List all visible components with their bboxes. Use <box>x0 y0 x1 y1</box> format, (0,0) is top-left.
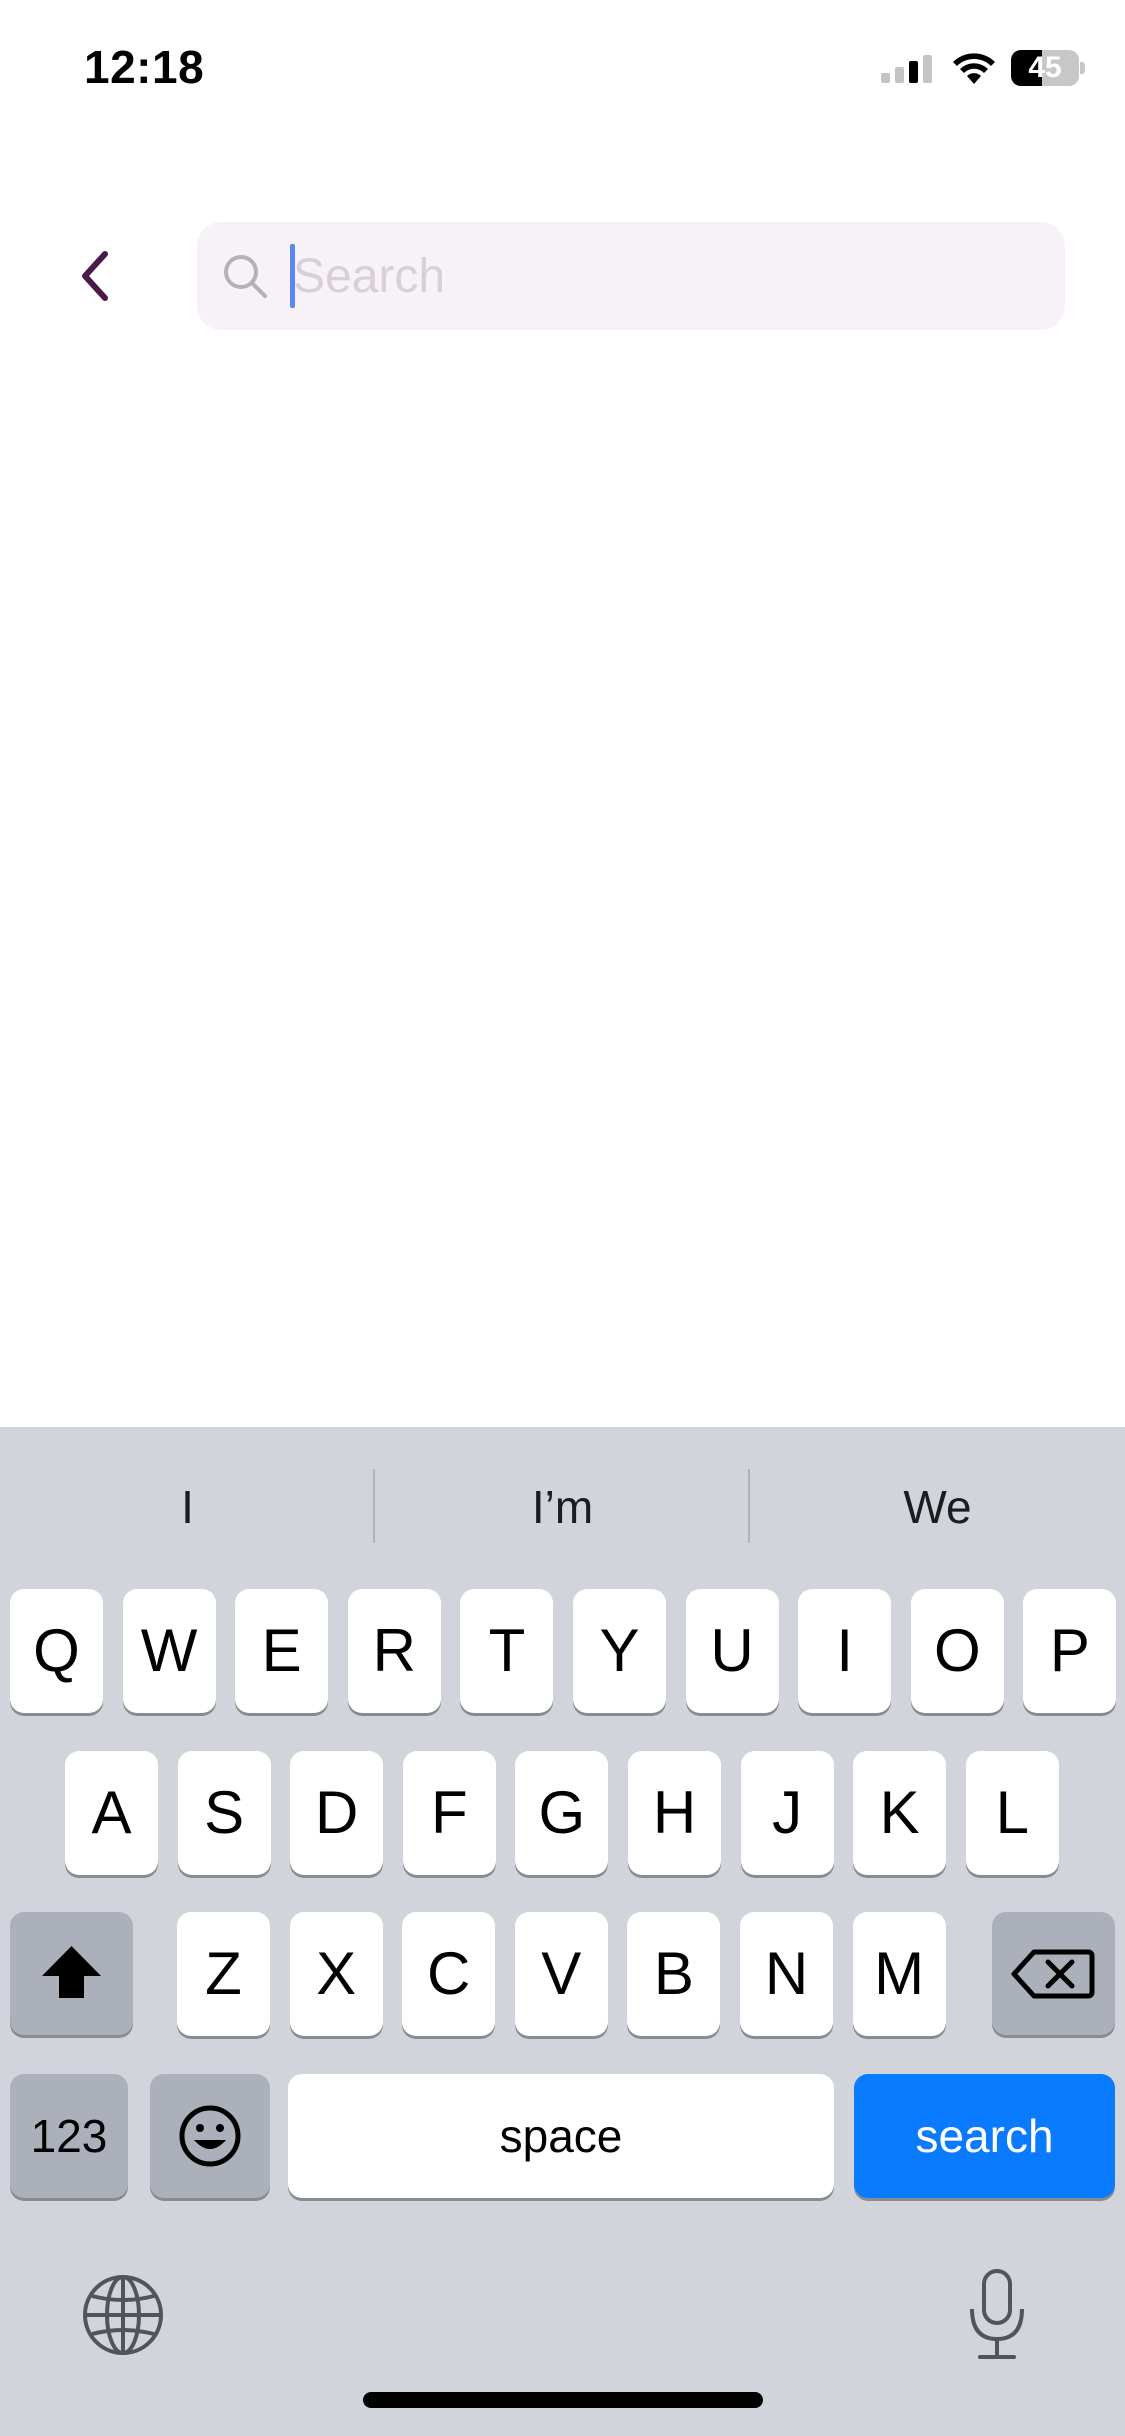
delete-key[interactable] <box>992 1912 1115 2035</box>
key-label: A <box>91 1779 132 1846</box>
key-label: L <box>995 1779 1029 1846</box>
key-label: C <box>427 1940 471 2007</box>
key-v[interactable]: V <box>514 1912 608 2036</box>
search-key[interactable]: search <box>854 2074 1115 2198</box>
key-b[interactable]: B <box>627 1912 721 2036</box>
status-icons: 45 <box>881 48 1085 88</box>
key-label: F <box>430 1779 468 1846</box>
key-label: K <box>879 1779 920 1846</box>
globe-button[interactable] <box>80 2272 166 2358</box>
delete-icon <box>1011 1949 1095 1999</box>
key-label: G <box>538 1779 586 1846</box>
key-a[interactable]: A <box>65 1751 158 1875</box>
key-label: I <box>836 1617 854 1684</box>
key-label: O <box>933 1617 981 1684</box>
key-label: M <box>874 1940 925 2007</box>
key-h[interactable]: H <box>628 1751 721 1875</box>
key-t[interactable]: T <box>460 1589 554 1713</box>
key-r[interactable]: R <box>347 1589 441 1713</box>
globe-icon <box>83 2275 163 2355</box>
suggestion-3[interactable]: We <box>750 1427 1125 1587</box>
key-s[interactable]: S <box>177 1751 271 1875</box>
key-label: V <box>541 1940 582 2007</box>
key-x[interactable]: X <box>289 1912 383 2036</box>
key-label: E <box>261 1617 302 1684</box>
key-o[interactable]: O <box>910 1589 1004 1713</box>
key-j[interactable]: J <box>740 1751 834 1875</box>
key-label: Y <box>599 1617 640 1684</box>
search-icon <box>224 255 267 298</box>
key-label: H <box>652 1779 697 1846</box>
key-label: W <box>140 1617 198 1684</box>
key-k[interactable]: K <box>853 1751 947 1875</box>
wifi-icon <box>953 53 995 84</box>
keyboard: I I’m We QWERTYUIOPASDFGHJKLZXCVBNM 123 … <box>0 1427 1125 2436</box>
key-label: S <box>204 1779 245 1846</box>
emoji-key[interactable] <box>150 2074 270 2198</box>
suggestion-1[interactable]: I <box>0 1427 375 1587</box>
key-i[interactable]: I <box>798 1589 892 1713</box>
battery-icon: 45 <box>1011 50 1085 86</box>
search-bar[interactable] <box>197 222 1065 330</box>
chevron-left-icon <box>82 251 108 301</box>
cellular-signal-icon <box>881 55 932 83</box>
key-label: D <box>315 1779 359 1846</box>
key-e[interactable]: E <box>235 1589 329 1713</box>
search-key-label: search <box>915 2110 1054 2162</box>
key-z[interactable]: Z <box>177 1912 270 2036</box>
key-label: T <box>488 1617 526 1684</box>
key-y[interactable]: Y <box>573 1589 666 1713</box>
dictation-button[interactable] <box>962 2267 1032 2363</box>
battery-level: 45 <box>1028 51 1062 84</box>
key-u[interactable]: U <box>685 1589 779 1713</box>
text-cursor <box>290 244 295 308</box>
key-w[interactable]: W <box>122 1589 216 1713</box>
key-label: Z <box>205 1940 242 2007</box>
emoji-icon <box>179 2105 241 2167</box>
key-label: P <box>1049 1617 1090 1684</box>
key-label: U <box>710 1617 754 1684</box>
key-q[interactable]: Q <box>10 1589 103 1713</box>
home-indicator <box>363 2392 763 2408</box>
back-button[interactable] <box>60 236 130 316</box>
key-p[interactable]: P <box>1023 1589 1117 1713</box>
suggestion-2[interactable]: I’m <box>375 1427 750 1587</box>
key-l[interactable]: L <box>965 1751 1059 1875</box>
key-label: X <box>316 1940 357 2007</box>
key-n[interactable]: N <box>740 1912 833 2036</box>
key-label: N <box>764 1940 809 2007</box>
key-label: R <box>372 1617 416 1684</box>
key-label: J <box>772 1779 803 1846</box>
status-time: 12:18 <box>84 41 205 93</box>
numbers-key-label: 123 <box>30 2110 108 2162</box>
search-input[interactable] <box>293 240 1033 312</box>
shift-icon <box>42 1946 101 1998</box>
key-g[interactable]: G <box>515 1751 609 1875</box>
space-key[interactable]: space <box>288 2074 834 2198</box>
key-d[interactable]: D <box>290 1751 384 1875</box>
key-c[interactable]: C <box>402 1912 496 2036</box>
numbers-key[interactable]: 123 <box>10 2074 128 2198</box>
status-bar: 12:18 45 <box>0 0 1125 140</box>
shift-key[interactable] <box>10 1912 133 2035</box>
suggestion-bar: I I’m We <box>0 1427 1125 1587</box>
key-label: Q <box>33 1617 80 1684</box>
space-key-label: space <box>499 2110 623 2162</box>
key-m[interactable]: M <box>852 1912 946 2036</box>
key-f[interactable]: F <box>402 1751 496 1875</box>
microphone-icon <box>970 2269 1024 2359</box>
key-label: B <box>653 1940 694 2007</box>
